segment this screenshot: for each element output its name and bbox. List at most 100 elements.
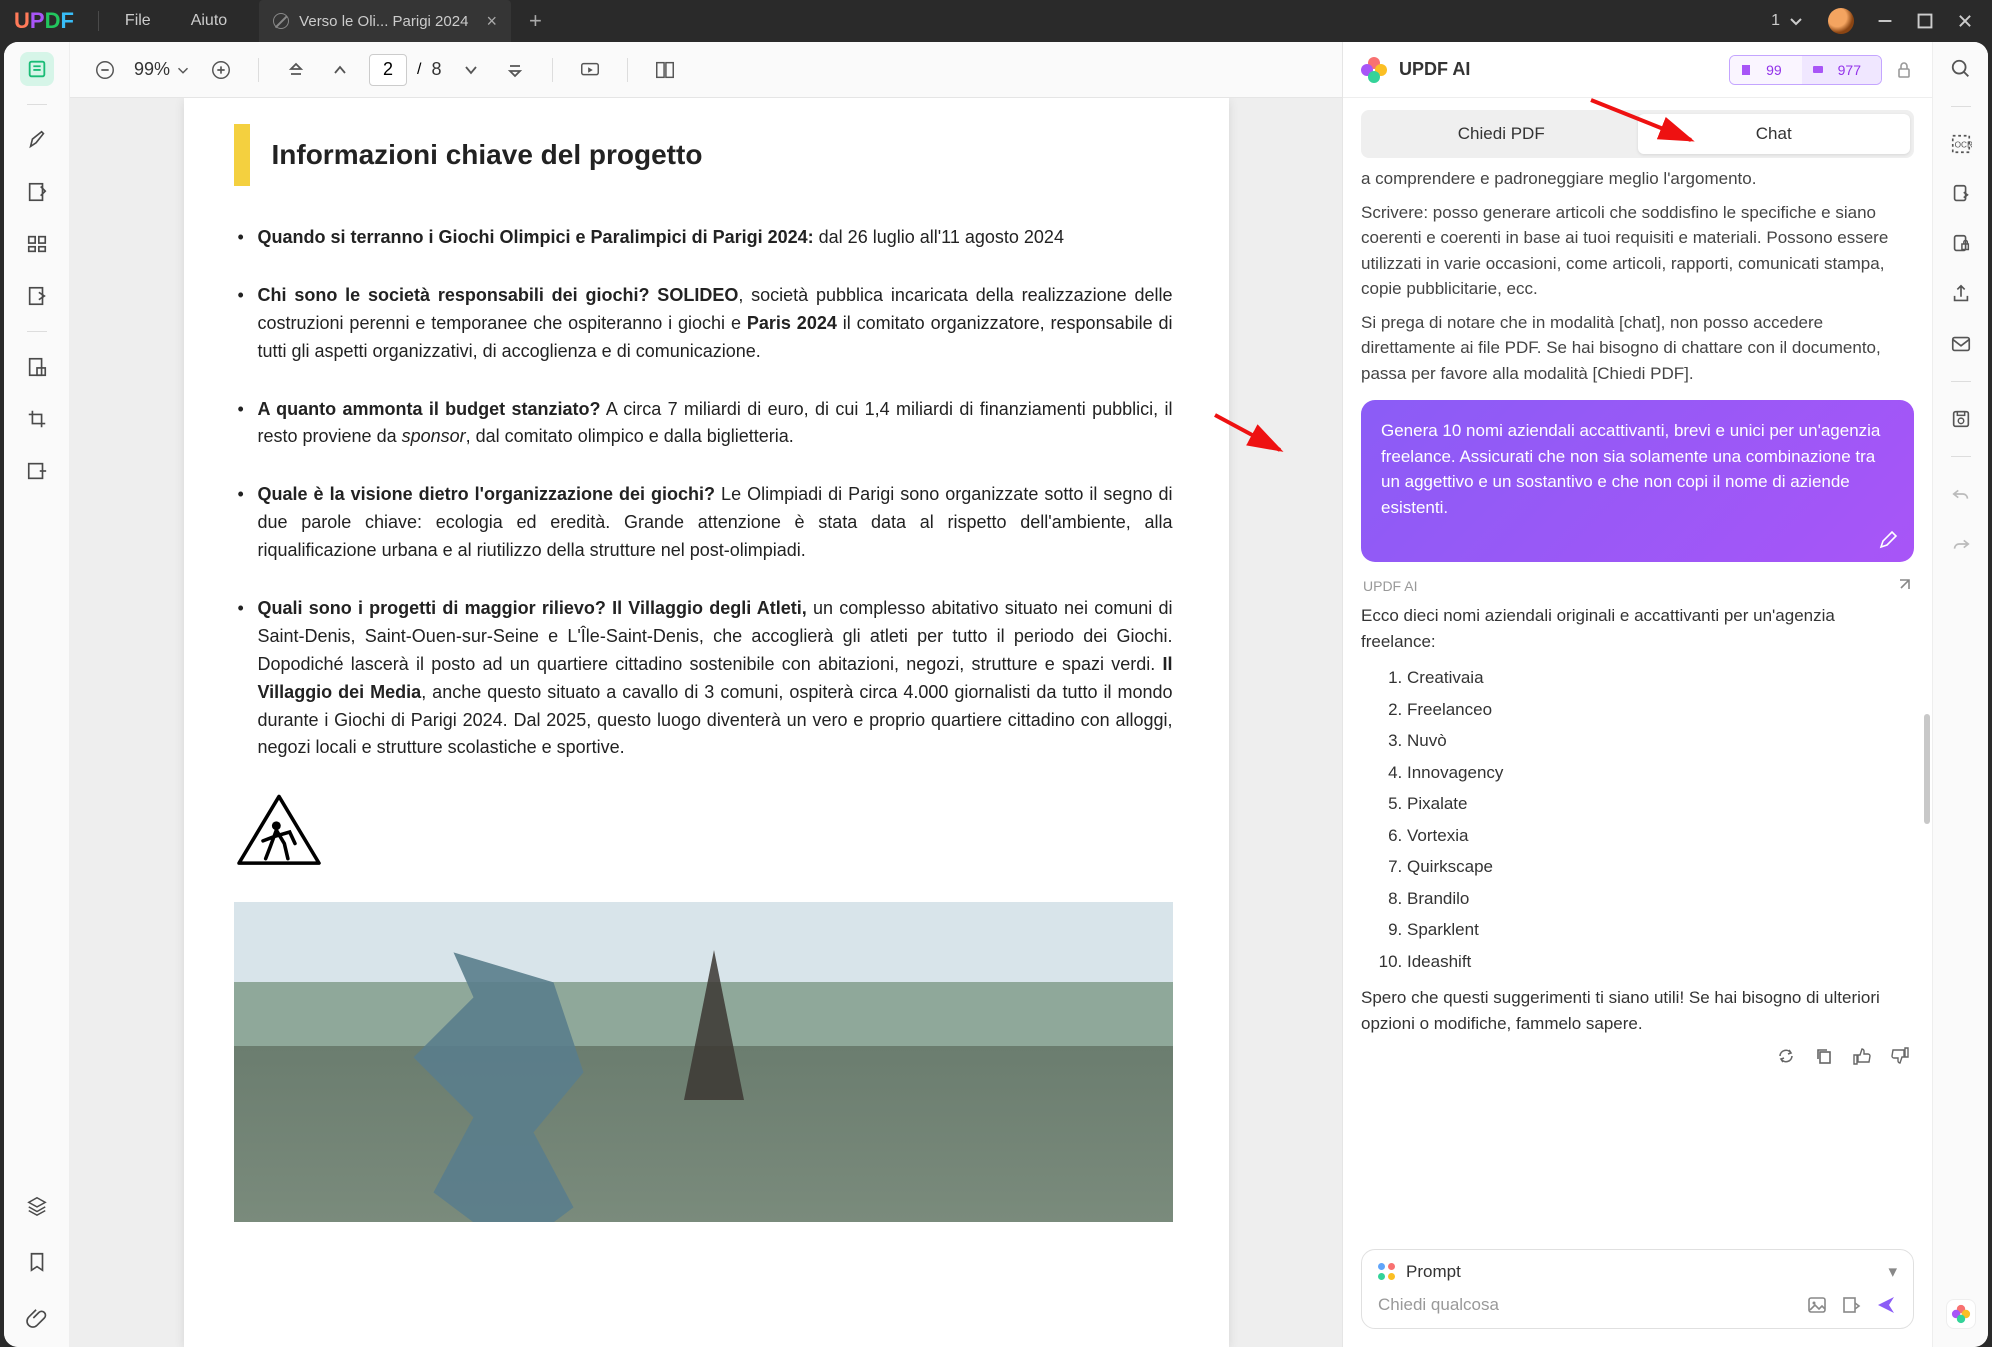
zoom-value: 99% [134, 59, 170, 80]
last-page-button[interactable] [500, 55, 530, 85]
scrollbar-thumb[interactable] [1924, 714, 1930, 824]
list-item: Quirkscape [1407, 851, 1914, 883]
present-button[interactable] [575, 55, 605, 85]
avatar[interactable] [1828, 8, 1854, 34]
heading-accent [234, 124, 250, 186]
app-logo: UPDF [14, 8, 74, 34]
list-item: Nuvò [1407, 725, 1914, 757]
ai-label: UPDF AI [1363, 576, 1417, 597]
tab-doc-icon [273, 13, 289, 29]
ai-shortcut-icon[interactable] [1946, 1299, 1976, 1329]
list-item: Innovagency [1407, 757, 1914, 789]
compress-icon[interactable] [1948, 231, 1974, 257]
zoom-dropdown[interactable]: 99% [134, 59, 192, 80]
page-canvas[interactable]: Informazioni chiave del progetto Quando … [70, 98, 1342, 1347]
page-tool-icon[interactable] [20, 227, 54, 261]
ai-panel: UPDF AI 99 977 Chiedi PDF Chat a compren… [1342, 42, 1932, 1347]
new-tab-button[interactable]: + [529, 8, 542, 34]
system-message: a comprendere e padroneggiare meglio l'a… [1361, 166, 1914, 192]
chat-input[interactable]: Chiedi qualcosa [1378, 1295, 1807, 1315]
ocr-icon[interactable]: OCR [1948, 131, 1974, 157]
window-maximize[interactable] [1916, 12, 1934, 30]
bookmark-icon[interactable] [20, 1245, 54, 1279]
tab-ask-pdf[interactable]: Chiedi PDF [1365, 114, 1638, 154]
zoom-out-button[interactable] [90, 55, 120, 85]
construction-sign-icon [234, 792, 1173, 872]
convert-icon[interactable] [1948, 181, 1974, 207]
expand-icon[interactable] [1892, 577, 1912, 597]
view-mode-button[interactable] [650, 55, 680, 85]
file-icon [1740, 64, 1752, 76]
system-message: Si prega di notare che in modalità [chat… [1361, 310, 1914, 387]
reader-mode-icon[interactable] [20, 52, 54, 86]
copy-icon[interactable] [1814, 1046, 1834, 1066]
prompt-icon [1378, 1263, 1396, 1281]
lock-icon[interactable] [1894, 60, 1914, 80]
list-item: Brandilo [1407, 883, 1914, 915]
tab-close-icon[interactable]: × [486, 11, 497, 32]
first-page-button[interactable] [281, 55, 311, 85]
email-icon[interactable] [1948, 331, 1974, 357]
bullet-2: Chi sono le società responsabili dei gio… [234, 282, 1173, 366]
document-tab[interactable]: Verso le Oli... Parigi 2024 × [259, 0, 511, 42]
zoom-in-button[interactable] [206, 55, 236, 85]
menu-help[interactable]: Aiuto [171, 12, 247, 30]
ai-mode-tabs: Chiedi PDF Chat [1361, 110, 1914, 158]
chat-scroll-area[interactable]: a comprendere e padroneggiare meglio l'a… [1343, 158, 1932, 1235]
page-total: 8 [431, 59, 441, 80]
crop-tool-icon[interactable] [20, 402, 54, 436]
window-close[interactable] [1956, 12, 1974, 30]
prompt-label: Prompt [1406, 1262, 1461, 1282]
search-icon[interactable] [1948, 56, 1974, 82]
system-message: Scrivere: posso generare articoli che so… [1361, 200, 1914, 302]
svg-text:OCR: OCR [1954, 141, 1971, 150]
right-rail: OCR [1932, 42, 1988, 1347]
thumbs-up-icon[interactable] [1852, 1046, 1872, 1066]
left-rail [4, 42, 70, 1347]
prev-page-button[interactable] [325, 55, 355, 85]
chevron-down-icon [1786, 11, 1806, 31]
window-minimize[interactable] [1876, 12, 1894, 30]
layers-icon[interactable] [20, 1189, 54, 1223]
page-sep: / [417, 61, 421, 79]
token-counter[interactable]: 99 977 [1729, 55, 1882, 85]
clip-attach-icon[interactable] [1841, 1295, 1861, 1315]
undo-icon[interactable] [1948, 481, 1974, 507]
save-icon[interactable] [1948, 406, 1974, 432]
regenerate-icon[interactable] [1776, 1046, 1796, 1066]
thumbs-down-icon[interactable] [1890, 1046, 1910, 1066]
tab-chat[interactable]: Chat [1638, 114, 1911, 154]
chevron-down-icon: ▾ [1888, 1262, 1897, 1282]
chat-icon [1812, 64, 1824, 76]
menu-file[interactable]: File [105, 12, 171, 30]
bullet-1: Quando si terranno i Giochi Olimpici e P… [234, 224, 1173, 252]
attachment-icon[interactable] [20, 1301, 54, 1335]
list-item: Ideashift [1407, 946, 1914, 978]
edit-tool-icon[interactable] [20, 175, 54, 209]
list-item: Freelanceo [1407, 694, 1914, 726]
next-page-button[interactable] [456, 55, 486, 85]
main-area: 99% / 8 Informazioni chiave [70, 42, 1342, 1347]
protect-tool-icon[interactable] [20, 350, 54, 384]
comment-tool-icon[interactable] [20, 123, 54, 157]
account-menu[interactable]: 1 [1771, 11, 1806, 31]
send-button[interactable] [1875, 1294, 1897, 1316]
ai-response: Ecco dieci nomi aziendali originali e ac… [1361, 603, 1914, 1066]
bullet-3: A quanto ammonta il budget stanziato? A … [234, 396, 1173, 452]
account-count: 1 [1771, 12, 1780, 30]
prompt-selector[interactable]: Prompt ▾ [1378, 1262, 1897, 1282]
list-item: Creativaia [1407, 662, 1914, 694]
list-item: Pixalate [1407, 788, 1914, 820]
redact-tool-icon[interactable] [20, 454, 54, 488]
edit-message-icon[interactable] [1878, 530, 1898, 550]
tab-title: Verso le Oli... Parigi 2024 [299, 13, 468, 30]
redo-icon[interactable] [1948, 531, 1974, 557]
composer: Prompt ▾ Chiedi qualcosa [1361, 1249, 1914, 1329]
pdf-page: Informazioni chiave del progetto Quando … [184, 98, 1229, 1347]
share-icon[interactable] [1948, 281, 1974, 307]
page-input[interactable] [369, 54, 407, 86]
form-tool-icon[interactable] [20, 279, 54, 313]
image-attach-icon[interactable] [1807, 1295, 1827, 1315]
toolbar: 99% / 8 [70, 42, 1342, 98]
list-item: Sparklent [1407, 914, 1914, 946]
